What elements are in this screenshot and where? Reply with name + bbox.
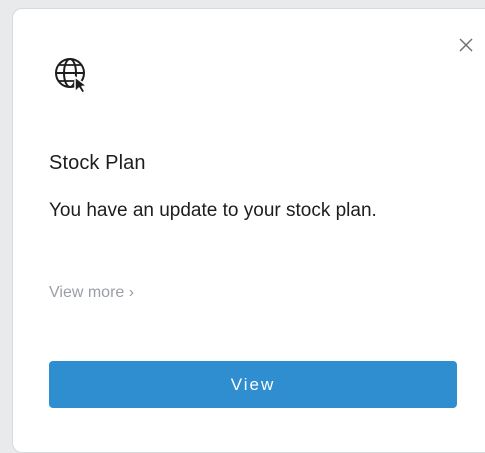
view-more-link[interactable]: View more › [49, 284, 134, 302]
view-button[interactable]: View [49, 361, 457, 408]
globe-cursor-icon [53, 56, 91, 94]
close-icon[interactable] [458, 37, 474, 53]
card-title: Stock Plan [49, 152, 146, 174]
card-message: You have an update to your stock plan. [49, 200, 377, 221]
notification-card: Stock Plan You have an update to your st… [12, 8, 485, 453]
